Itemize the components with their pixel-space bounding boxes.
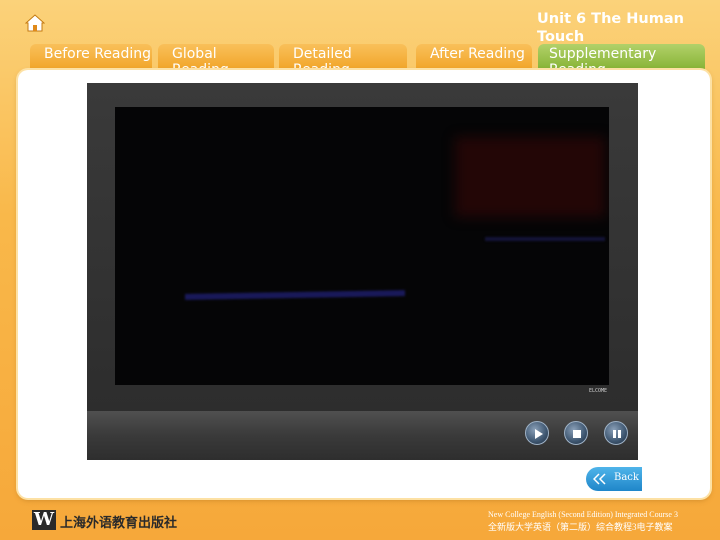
double-chevron-left-icon [592, 473, 607, 488]
publisher-logo-mark: W [32, 509, 56, 530]
stop-icon [573, 430, 581, 438]
back-label: Back [614, 472, 639, 483]
home-icon[interactable] [24, 14, 46, 32]
video-frame-content [455, 137, 605, 217]
video-player: ELCOME [87, 83, 638, 460]
pause-button[interactable] [604, 421, 628, 445]
player-controls [87, 411, 638, 460]
video-frame-content [485, 237, 605, 241]
pause-icon [613, 430, 621, 438]
back-button[interactable]: Back [586, 467, 642, 491]
video-screen[interactable] [115, 107, 609, 385]
stop-button[interactable] [564, 421, 588, 445]
play-icon [535, 429, 543, 439]
publisher-name: 上海外语教育出版社 [60, 516, 178, 531]
course-title-en: New College English (Second Edition) Int… [488, 510, 678, 519]
course-info: New College English (Second Edition) Int… [488, 508, 716, 534]
unit-title: Unit 6 The Human Touch [537, 11, 684, 45]
play-button[interactable] [525, 421, 549, 445]
course-title-cn: 全新版大学英语（第二版）综合教程3电子教案 [488, 522, 673, 532]
video-frame-content [184, 290, 406, 300]
player-brand-mark: ELCOME [589, 388, 608, 394]
